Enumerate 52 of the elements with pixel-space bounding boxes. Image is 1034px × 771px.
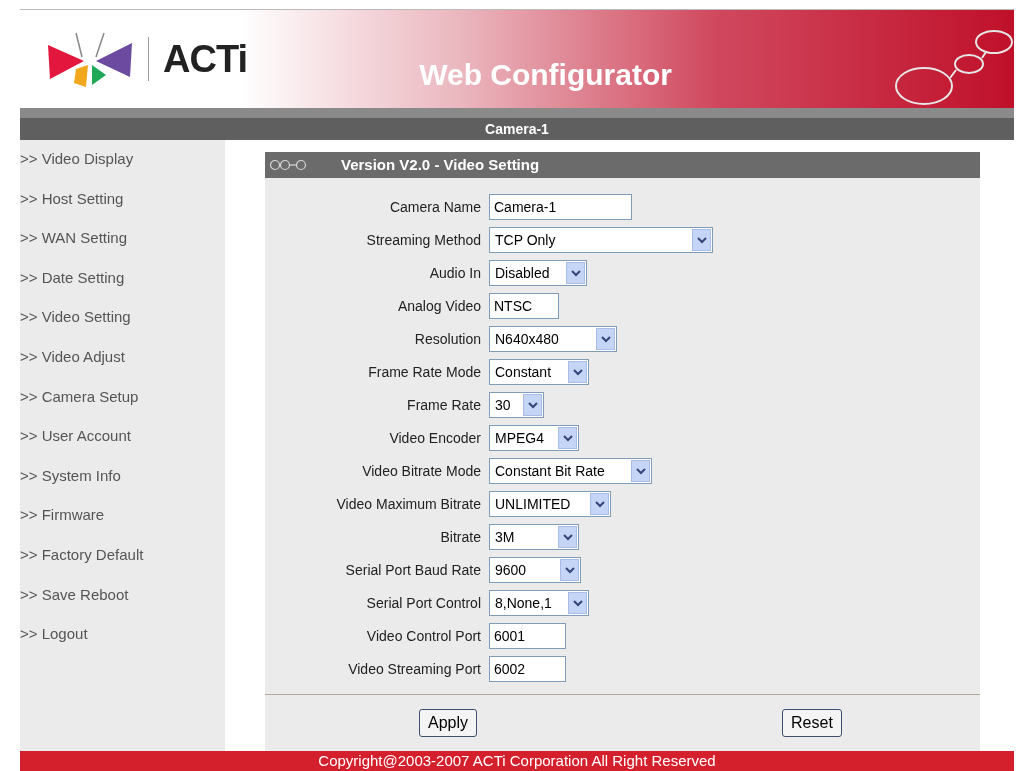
text-field[interactable]: 6002: [489, 656, 566, 682]
sidebar-link[interactable]: >> Logout: [20, 623, 225, 663]
app-title: Web Configurator: [419, 56, 672, 93]
sidebar-link[interactable]: >> System Info: [20, 464, 225, 505]
sidebar-link[interactable]: >> Factory Default: [20, 543, 225, 584]
field-label: Video Maximum Bitrate: [335, 494, 482, 514]
dropdown-select[interactable]: UNLIMITED: [489, 491, 611, 517]
sidebar-link[interactable]: >> Video Adjust: [20, 345, 225, 386]
dropdown-select[interactable]: Disabled: [489, 260, 587, 286]
dropdown-select[interactable]: Constant Bit Rate: [489, 458, 652, 484]
dropdown-select[interactable]: 9600: [489, 557, 581, 583]
camera-title: Camera-1: [485, 119, 549, 139]
text-field[interactable]: 6001: [489, 623, 566, 649]
dropdown-select[interactable]: 3M: [489, 524, 579, 550]
dropdown-select[interactable]: TCP Only: [489, 227, 713, 253]
dropdown-select[interactable]: N640x480: [489, 326, 617, 352]
dropdown-select[interactable]: Constant: [489, 359, 589, 385]
field-label: Video Control Port: [365, 626, 482, 646]
dropdown-select[interactable]: 8,None,1: [489, 590, 589, 616]
linked-circles-icon: [269, 159, 307, 171]
field-label: Streaming Method: [365, 230, 482, 250]
field-label: Frame Rate Mode: [367, 362, 482, 382]
field-label: Audio In: [428, 263, 482, 283]
sidebar-link[interactable]: >> WAN Setting: [20, 227, 225, 267]
sidebar-link[interactable]: >> Date Setting: [20, 266, 225, 307]
text-field[interactable]: NTSC: [489, 293, 559, 319]
sidebar-link[interactable]: >> Save Reboot: [20, 583, 225, 624]
field-label: Camera Name: [388, 197, 482, 217]
panel-title: Version V2.0 - Video Setting: [341, 154, 540, 175]
form-button[interactable]: Reset: [782, 709, 842, 737]
sidebar-link[interactable]: >> Video Display: [20, 148, 225, 188]
dropdown-select[interactable]: MPEG4: [489, 425, 579, 451]
sidebar-link[interactable]: >> Camera Setup: [20, 385, 225, 426]
field-label: Resolution: [413, 329, 482, 349]
field-label: Analog Video: [396, 296, 482, 316]
butterfly-logo-icon: [46, 31, 134, 87]
field-label: Video Bitrate Mode: [361, 461, 482, 481]
field-label: Bitrate: [439, 527, 482, 547]
field-label: Serial Port Baud Rate: [344, 560, 482, 580]
field-label: Frame Rate: [406, 395, 482, 415]
dropdown-select[interactable]: 30: [489, 392, 544, 418]
brand-name: ACTi: [163, 36, 248, 82]
sidebar-link[interactable]: >> User Account: [20, 425, 225, 465]
form-button[interactable]: Apply: [419, 709, 478, 737]
text-field[interactable]: Camera-1: [489, 194, 632, 220]
sidebar-link[interactable]: >> Video Setting: [20, 306, 225, 346]
copyright-text: Copyright@2003-2007 ACTi Corporation All Right Reserved: [318, 751, 716, 771]
sidebar-link[interactable]: >> Host Setting: [20, 187, 225, 228]
field-label: Video Encoder: [388, 428, 482, 448]
sidebar-link[interactable]: >> Firmware: [20, 504, 225, 544]
field-label: Video Streaming Port: [347, 659, 482, 679]
field-label: Serial Port Control: [365, 593, 482, 613]
